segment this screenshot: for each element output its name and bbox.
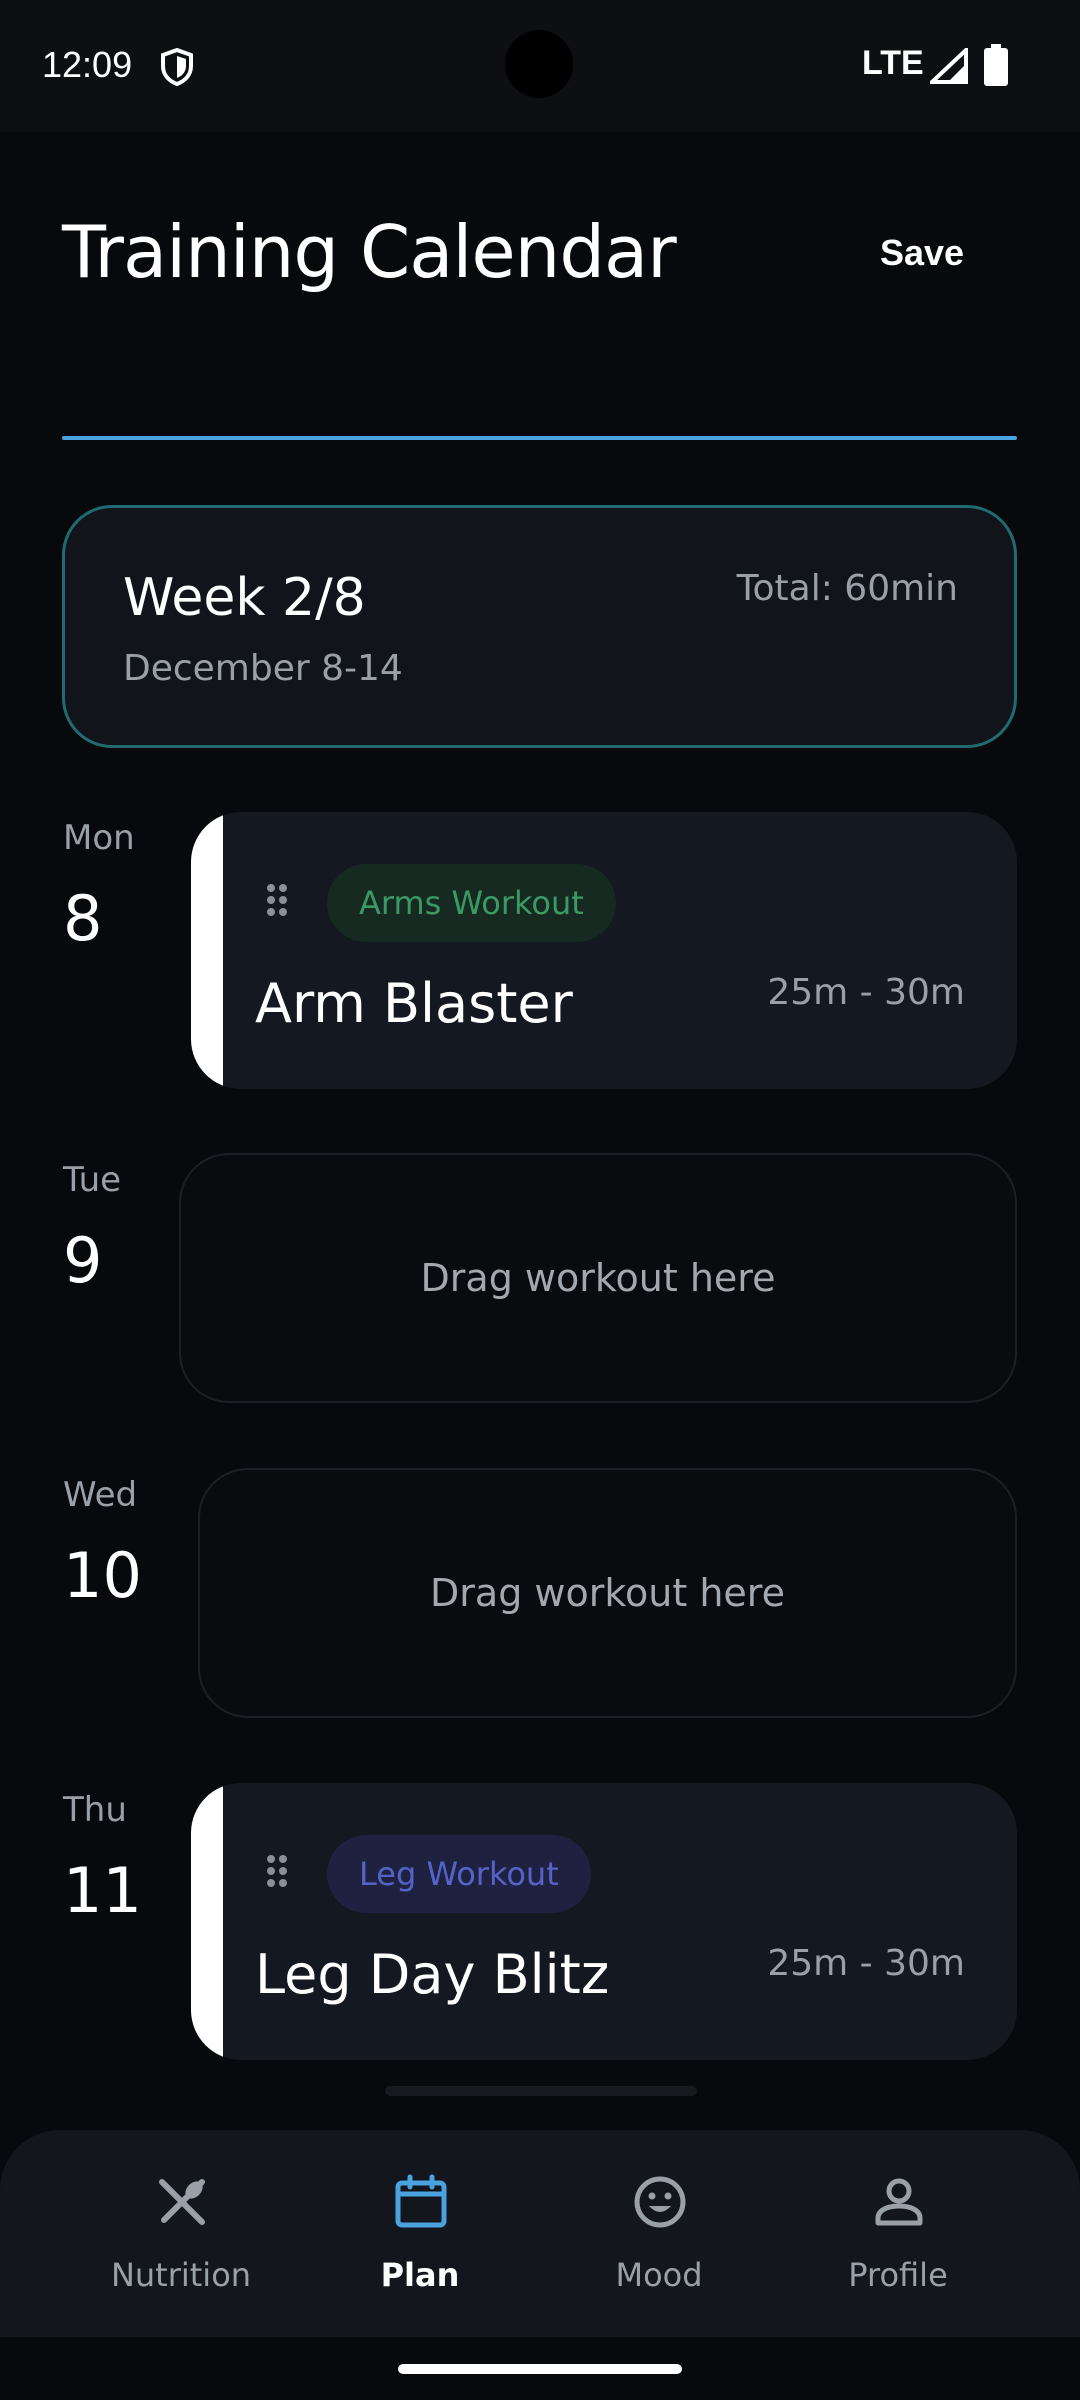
workout-accent-bar <box>191 1783 223 2060</box>
nav-item-plan[interactable]: Plan <box>300 2130 540 2337</box>
drag-handle-icon[interactable] <box>265 882 289 918</box>
training-calendar-screen: 12:09 LTE Training Calendar Save Week 2/… <box>0 0 1080 2400</box>
page-title: Training Calendar <box>62 210 677 294</box>
camera-cutout <box>505 30 573 98</box>
workout-duration: 25m - 30m <box>767 1943 965 1984</box>
workout-drop-zone[interactable]: Drag workout here <box>198 1468 1017 1718</box>
workout-accent-bar <box>191 812 223 1089</box>
network-label: LTE <box>862 44 924 82</box>
workout-tag: Leg Workout <box>327 1835 591 1913</box>
workout-name: Arm Blaster <box>255 972 573 1035</box>
nav-label: Nutrition <box>110 2256 252 2294</box>
drag-handle-icon[interactable] <box>265 1853 289 1889</box>
scroll-indicator <box>385 2086 697 2096</box>
gesture-bar <box>398 2364 682 2374</box>
smiley-icon <box>634 2176 686 2228</box>
day-number: 11 <box>63 1854 142 1927</box>
workout-card-leg-day-blitz[interactable]: Leg Workout Leg Day Blitz 25m - 30m <box>191 1783 1017 2060</box>
day-number: 8 <box>63 882 103 955</box>
week-summary-card[interactable]: Week 2/8 December 8-14 Total: 60min <box>62 505 1017 748</box>
shield-icon <box>161 48 193 86</box>
calendar-icon <box>395 2174 447 2228</box>
header-underline <box>62 436 1017 440</box>
status-time: 12:09 <box>42 44 133 85</box>
nav-item-mood[interactable]: Mood <box>539 2130 779 2337</box>
workout-duration: 25m - 30m <box>767 972 965 1013</box>
status-bar: 12:09 LTE <box>0 0 1080 132</box>
nav-label: Plan <box>380 2256 460 2294</box>
battery-icon <box>984 44 1008 86</box>
week-date-range: December 8-14 <box>123 648 403 689</box>
nav-label: Profile <box>848 2256 948 2294</box>
workout-name: Leg Day Blitz <box>255 1943 610 2006</box>
week-total-duration: Total: 60min <box>736 568 958 609</box>
day-number: 9 <box>63 1224 103 1297</box>
day-number: 10 <box>63 1539 142 1612</box>
workout-drop-zone[interactable]: Drag workout here <box>179 1153 1017 1403</box>
day-label: Tue <box>63 1160 122 1200</box>
day-label: Wed <box>63 1475 138 1515</box>
week-title: Week 2/8 <box>123 568 366 628</box>
signal-icon <box>930 48 968 84</box>
workout-card-arm-blaster[interactable]: Arms Workout Arm Blaster 25m - 30m <box>191 812 1017 1089</box>
day-label: Thu <box>63 1790 127 1830</box>
workout-tag: Arms Workout <box>327 864 616 942</box>
fork-spoon-icon <box>159 2179 205 2225</box>
bottom-navigation: Nutrition Plan Mood Profile <box>0 2130 1080 2337</box>
nav-item-profile[interactable]: Profile <box>778 2130 1018 2337</box>
nav-label: Mood <box>615 2256 703 2294</box>
save-button[interactable]: Save <box>880 232 964 274</box>
nav-item-nutrition[interactable]: Nutrition <box>61 2130 301 2337</box>
day-label: Mon <box>63 818 135 858</box>
person-icon <box>875 2178 923 2226</box>
